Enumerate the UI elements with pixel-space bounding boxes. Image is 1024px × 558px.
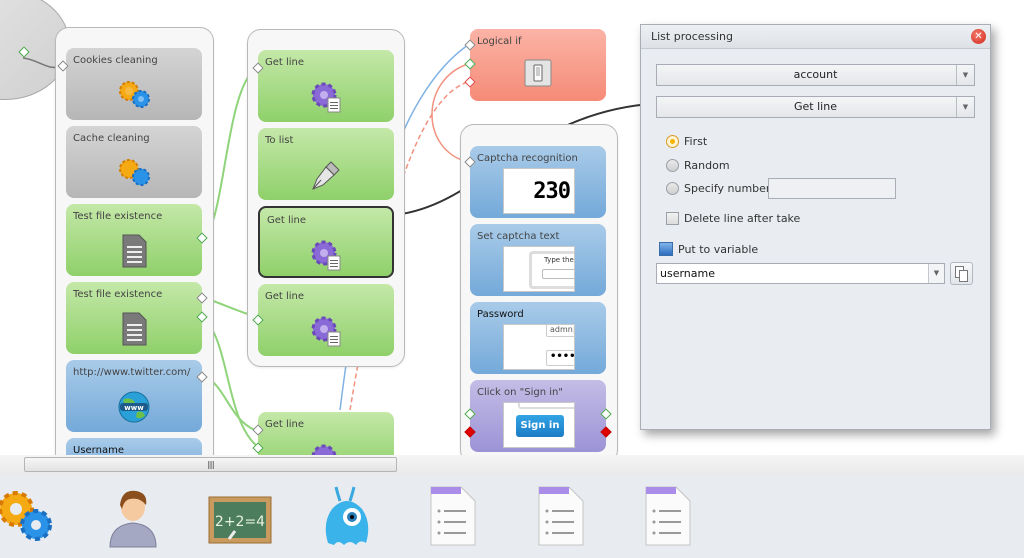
list-processing-dialog[interactable]: List processing ✕ account ▼ Get line ▼ F… xyxy=(640,24,991,430)
block-title: Test file existence xyxy=(73,289,163,300)
block-to-list[interactable]: To list xyxy=(258,128,394,200)
toolbar-math-button[interactable]: 2+2=4 xyxy=(207,483,273,549)
close-icon: ✕ xyxy=(974,31,983,42)
radio-label: Random xyxy=(684,159,730,172)
gears-icon xyxy=(119,159,150,186)
block-title: http://www.twitter.com/ xyxy=(73,367,191,378)
close-button[interactable]: ✕ xyxy=(971,29,986,44)
delete-line-checkbox[interactable] xyxy=(666,212,679,225)
block-captcha-recognition[interactable]: Captcha recognition 230 xyxy=(470,146,606,218)
specify-number-input[interactable] xyxy=(768,178,896,199)
block-set-captcha-text[interactable]: Set captcha text Type the xyxy=(470,224,606,296)
block-test-file-existence-2[interactable]: Test file existence xyxy=(66,282,202,354)
radio-random[interactable]: Random xyxy=(666,159,730,172)
bottom-toolbar: 2+2=4 xyxy=(0,475,1024,558)
checkbox-label: Delete line after take xyxy=(684,212,801,225)
toolbar-list-button-3[interactable] xyxy=(636,483,702,549)
radio-label: Specify number xyxy=(684,182,771,195)
radio-first[interactable]: First xyxy=(666,135,707,148)
variable-input[interactable]: username ▼ xyxy=(656,263,945,284)
radio-specify-number[interactable]: Specify number xyxy=(666,182,770,195)
operation-select-value: Get line xyxy=(794,100,837,113)
block-title: Username xyxy=(73,445,124,455)
block-username[interactable]: Username xyxy=(66,438,202,455)
chalkboard-icon: 2+2=4 xyxy=(208,496,272,544)
block-title: Get line xyxy=(267,215,307,226)
block-get-line-1[interactable]: Get line xyxy=(258,50,394,122)
switch-icon xyxy=(524,59,552,87)
list-select-value: account xyxy=(793,68,838,81)
variable-icon xyxy=(659,242,673,256)
block-open-url[interactable]: http://www.twitter.com/ www xyxy=(66,360,202,432)
block-title: Set captcha text xyxy=(477,231,560,242)
block-password[interactable]: Password admn| •••• xyxy=(470,302,606,374)
radio-button[interactable] xyxy=(666,159,679,172)
document-icon xyxy=(122,234,147,268)
user-icon xyxy=(109,490,157,548)
block-cookies-cleaning[interactable]: Cookies cleaning xyxy=(66,48,202,120)
chevron-down-icon[interactable]: ▼ xyxy=(928,264,944,283)
toolbar-list-button-2[interactable] xyxy=(529,483,595,549)
svg-text:www: www xyxy=(124,404,144,412)
horizontal-scrollbar[interactable]: |||| xyxy=(0,455,1024,475)
block-click-sign-in[interactable]: Click on "Sign in" Sign in xyxy=(470,380,606,452)
block-title: Click on "Sign in" xyxy=(477,387,563,398)
block-title: Test file existence xyxy=(73,211,163,222)
block-title: Logical if xyxy=(477,36,522,47)
block-title: Get line xyxy=(265,57,305,68)
dialog-title: List processing xyxy=(651,30,734,43)
toolbar-actions-button[interactable] xyxy=(0,483,58,549)
captcha-field-thumbnail: Type the xyxy=(503,246,575,292)
block-get-line-bottom[interactable]: Get line xyxy=(258,412,394,455)
grip-icon: |||| xyxy=(207,460,215,469)
list-gear-icon xyxy=(311,82,341,113)
block-title: Cookies cleaning xyxy=(73,55,158,66)
workflow-canvas[interactable]: Cookies cleaning Cache cleaning Test fil… xyxy=(0,0,1024,455)
list-document-icon xyxy=(430,486,476,546)
dialog-titlebar[interactable]: List processing ✕ xyxy=(641,25,990,49)
block-title: Cache cleaning xyxy=(73,133,150,144)
radio-button[interactable] xyxy=(666,182,679,195)
radio-label: First xyxy=(684,135,708,148)
block-get-line-selected[interactable]: Get line xyxy=(258,206,394,278)
block-title: Password xyxy=(477,309,524,320)
gears-icon xyxy=(0,491,52,541)
list-document-icon xyxy=(538,486,584,546)
block-title: Get line xyxy=(265,419,305,430)
copy-button[interactable] xyxy=(950,262,973,285)
block-title: Captcha recognition xyxy=(477,153,578,164)
chevron-down-icon[interactable]: ▼ xyxy=(956,65,974,85)
document-icon xyxy=(122,312,147,346)
list-gear-icon xyxy=(311,316,341,347)
block-test-file-existence-1[interactable]: Test file existence xyxy=(66,204,202,276)
block-get-line-3[interactable]: Get line xyxy=(258,284,394,356)
toolbar-monster-button[interactable] xyxy=(314,483,380,549)
toolbar-list-button-1[interactable] xyxy=(421,483,487,549)
operation-select[interactable]: Get line ▼ xyxy=(656,96,975,118)
password-thumbnail: admn| •••• xyxy=(503,324,575,370)
radio-button[interactable] xyxy=(666,135,679,148)
monster-icon xyxy=(325,486,369,545)
sign-in-thumbnail: Sign in xyxy=(503,402,575,448)
captcha-thumbnail: 230 xyxy=(503,168,575,214)
chevron-down-icon[interactable]: ▼ xyxy=(956,97,974,117)
list-document-icon xyxy=(645,486,691,546)
list-select[interactable]: account ▼ xyxy=(656,64,975,86)
pen-nib-icon xyxy=(312,161,340,190)
delete-line-checkbox-row[interactable]: Delete line after take xyxy=(666,212,800,225)
scrollbar-thumb[interactable]: |||| xyxy=(24,457,397,472)
www-globe-icon: www xyxy=(118,391,150,423)
toolbar-user-button[interactable] xyxy=(100,483,166,549)
list-gear-icon xyxy=(311,444,337,455)
svg-text:2+2=4: 2+2=4 xyxy=(215,514,265,530)
gears-icon xyxy=(119,81,150,108)
block-cache-cleaning[interactable]: Cache cleaning xyxy=(66,126,202,198)
block-logical-if[interactable]: Logical if xyxy=(470,29,606,101)
list-gear-icon xyxy=(311,240,341,271)
block-title: To list xyxy=(265,135,294,146)
block-title: Get line xyxy=(265,291,305,302)
variable-input-value: username xyxy=(660,267,715,280)
put-to-variable-label: Put to variable xyxy=(659,242,758,256)
